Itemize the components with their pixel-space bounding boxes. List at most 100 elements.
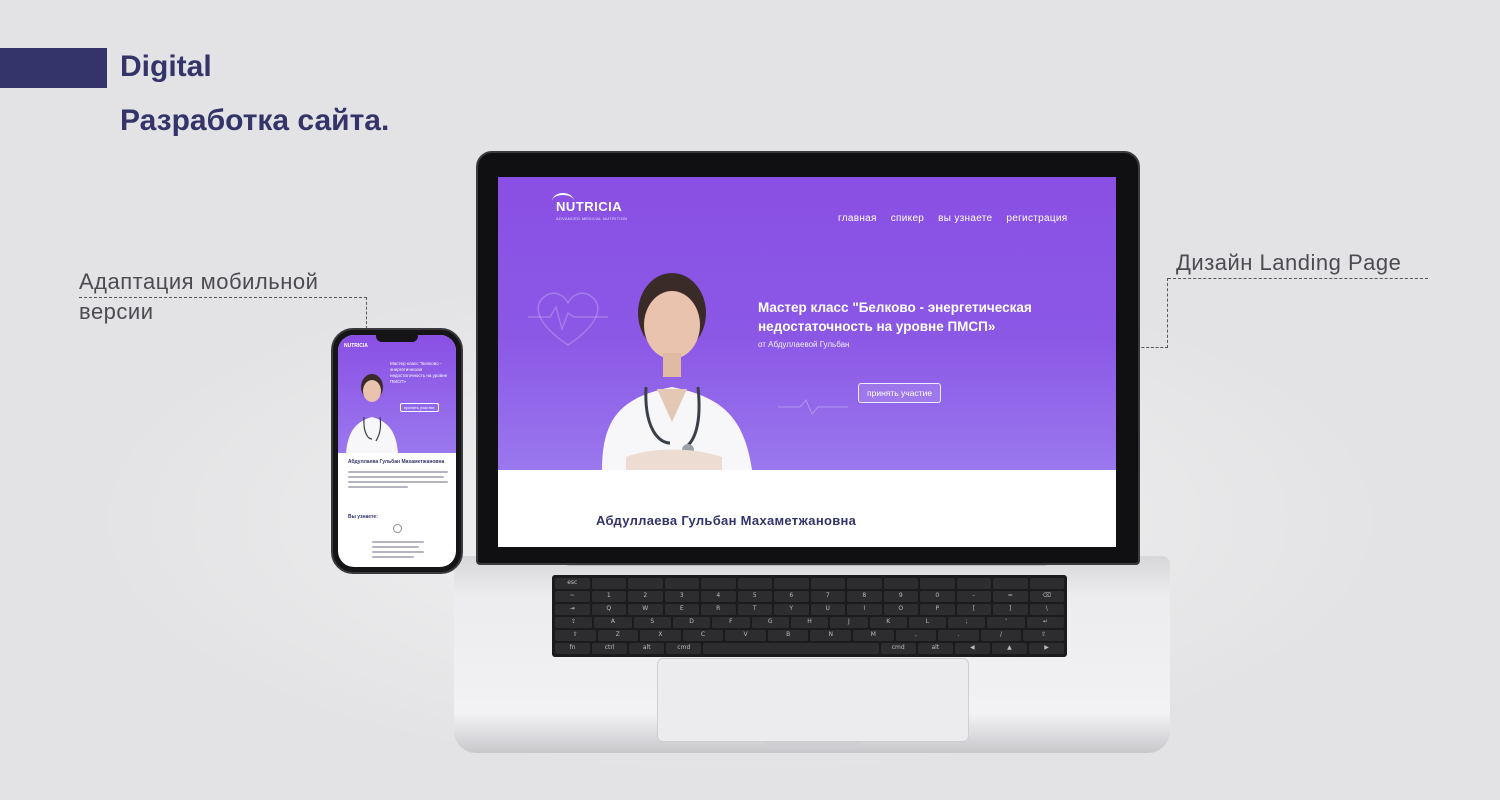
keyboard-key[interactable]: ⇪ bbox=[555, 617, 593, 628]
keyboard-key[interactable]: ctrl bbox=[592, 643, 628, 654]
keyboard-key[interactable]: B bbox=[767, 630, 809, 641]
keyboard-key[interactable]: ▶ bbox=[1028, 643, 1065, 654]
keyboard-key[interactable] bbox=[883, 578, 918, 589]
phone-screen: NUTRICIA Мастер класс "Белково - энергет… bbox=[338, 335, 456, 567]
keyboard-key[interactable]: F bbox=[712, 617, 750, 628]
keyboard-key[interactable]: 2 bbox=[628, 591, 663, 602]
keyboard-key[interactable]: \ bbox=[1029, 604, 1064, 615]
keyboard-key[interactable]: Q bbox=[591, 604, 626, 615]
keyboard-key[interactable]: ⇥ bbox=[555, 604, 590, 615]
keyboard-key[interactable]: - bbox=[956, 591, 991, 602]
keyboard-key[interactable]: 7 bbox=[810, 591, 845, 602]
mobile-text-line bbox=[372, 556, 414, 558]
keyboard-key[interactable] bbox=[737, 578, 772, 589]
keyboard-key[interactable] bbox=[1029, 578, 1064, 589]
keyboard-key[interactable]: D bbox=[672, 617, 711, 628]
keyboard-key[interactable]: ⇧ bbox=[1023, 630, 1064, 641]
keyboard-key[interactable]: 3 bbox=[664, 591, 699, 602]
nav-item-registration[interactable]: регистрация bbox=[1006, 213, 1067, 224]
keyboard-key[interactable]: H bbox=[790, 617, 829, 628]
keyboard-key[interactable]: / bbox=[980, 630, 1022, 641]
keyboard-key[interactable] bbox=[920, 578, 955, 589]
keyboard-key[interactable] bbox=[703, 643, 879, 654]
accent-bar bbox=[0, 48, 107, 88]
participate-button[interactable]: принять участие bbox=[858, 383, 942, 403]
mobile-bio-line bbox=[348, 471, 448, 473]
keyboard-key[interactable]: alt bbox=[629, 643, 665, 654]
keyboard-key[interactable]: 5 bbox=[737, 591, 772, 602]
keyboard-key[interactable]: K bbox=[869, 617, 907, 628]
keyboard-key[interactable]: Z bbox=[597, 630, 639, 641]
annotation-mobile-leader-h bbox=[79, 297, 367, 298]
keyboard-key[interactable]: V bbox=[725, 630, 766, 641]
keyboard-key[interactable]: X bbox=[640, 630, 681, 641]
keyboard-key[interactable]: esc bbox=[555, 578, 590, 589]
keyboard-key[interactable]: , bbox=[895, 630, 937, 641]
annotation-mobile-line1: Адаптация мобильной bbox=[79, 269, 319, 294]
keyboard-key[interactable]: = bbox=[993, 591, 1028, 602]
keyboard-key[interactable]: ; bbox=[948, 617, 986, 628]
keyboard-key[interactable]: J bbox=[830, 617, 868, 628]
keyboard-key[interactable] bbox=[701, 578, 736, 589]
mobile-logo[interactable]: NUTRICIA bbox=[344, 343, 368, 349]
keyboard-key[interactable]: 0 bbox=[920, 591, 955, 602]
keyboard-key[interactable]: ↵ bbox=[1026, 617, 1065, 628]
keyboard-key[interactable] bbox=[774, 578, 809, 589]
keyboard-key[interactable]: ⇧ bbox=[555, 630, 596, 641]
mobile-you-learn-heading: Вы узнаете: bbox=[348, 514, 378, 520]
mobile-you-learn-text bbox=[372, 541, 424, 561]
keyboard-key[interactable] bbox=[847, 578, 882, 589]
keyboard-key[interactable]: 9 bbox=[883, 591, 918, 602]
nav-item-home[interactable]: главная bbox=[838, 213, 877, 224]
keyboard-key[interactable]: G bbox=[751, 617, 789, 628]
keyboard-key[interactable]: M bbox=[853, 630, 894, 641]
nutricia-logo[interactable]: NUTRICIA ADVANCED MEDICAL NUTRITION bbox=[552, 193, 628, 221]
keyboard-key[interactable]: ] bbox=[993, 604, 1028, 615]
keyboard-key[interactable]: 8 bbox=[847, 591, 882, 602]
keyboard-key[interactable]: [ bbox=[956, 604, 991, 615]
keyboard-key[interactable]: 6 bbox=[774, 591, 809, 602]
keyboard-key[interactable]: R bbox=[701, 604, 736, 615]
keyboard-key[interactable]: fn bbox=[555, 643, 591, 654]
keyboard-key[interactable]: ▲ bbox=[991, 643, 1027, 654]
keyboard-key[interactable] bbox=[628, 578, 663, 589]
keyboard-key[interactable]: T bbox=[737, 604, 772, 615]
keyboard-key[interactable]: U bbox=[810, 604, 845, 615]
keyboard-key[interactable]: ◀ bbox=[954, 643, 990, 654]
keyboard-key[interactable]: E bbox=[664, 604, 699, 615]
logo-arc-icon bbox=[552, 193, 574, 209]
keyboard-key[interactable]: alt bbox=[917, 643, 953, 654]
keyboard-key[interactable]: A bbox=[594, 617, 632, 628]
mobile-speaker-name: Абдуллаева Гульбан Махаметжановна bbox=[348, 459, 445, 465]
keyboard-key[interactable]: L bbox=[908, 617, 947, 628]
annotation-mobile-leader-v bbox=[366, 297, 367, 329]
keyboard-key[interactable] bbox=[591, 578, 626, 589]
keyboard-key[interactable]: W bbox=[628, 604, 663, 615]
laptop-trackpad[interactable] bbox=[657, 658, 969, 742]
mobile-participate-button[interactable]: принять участие bbox=[400, 403, 439, 412]
keyboard-key[interactable]: I bbox=[847, 604, 882, 615]
keyboard-key[interactable]: 4 bbox=[701, 591, 736, 602]
nav-item-speaker[interactable]: спикер bbox=[891, 213, 924, 224]
phone-notch bbox=[376, 335, 418, 342]
keyboard-key[interactable]: Y bbox=[774, 604, 809, 615]
nav-item-you-learn[interactable]: вы узнаете bbox=[938, 213, 992, 224]
keyboard-key[interactable]: cmd bbox=[666, 643, 702, 654]
keyboard-key[interactable]: P bbox=[920, 604, 955, 615]
keyboard-key[interactable]: C bbox=[682, 630, 724, 641]
keyboard-key[interactable] bbox=[956, 578, 991, 589]
keyboard-key[interactable] bbox=[993, 578, 1028, 589]
keyboard-key[interactable] bbox=[810, 578, 845, 589]
keyboard-key[interactable]: ⌫ bbox=[1029, 591, 1064, 602]
keyboard-key[interactable]: ~ bbox=[555, 591, 590, 602]
keyboard-key[interactable]: cmd bbox=[880, 643, 916, 654]
keyboard-key[interactable]: O bbox=[883, 604, 918, 615]
logo-tagline: ADVANCED MEDICAL NUTRITION bbox=[556, 216, 628, 221]
keyboard-key[interactable]: 1 bbox=[591, 591, 626, 602]
keyboard-key[interactable]: . bbox=[938, 630, 979, 641]
keyboard-key[interactable] bbox=[664, 578, 699, 589]
keyboard-row: fn ctrl alt cmd cmd alt ◀ ▲ ▶ bbox=[555, 643, 1065, 654]
keyboard-key[interactable]: ' bbox=[987, 617, 1025, 628]
keyboard-key[interactable]: S bbox=[633, 617, 671, 628]
keyboard-key[interactable]: N bbox=[810, 630, 852, 641]
